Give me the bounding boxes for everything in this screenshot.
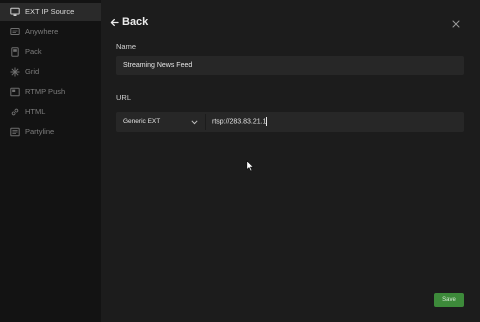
- sidebar-item-anywhere[interactable]: Anywhere: [0, 23, 101, 41]
- name-label: Name: [116, 42, 137, 51]
- sidebar-item-label: Partyline: [25, 127, 55, 136]
- rtmp-push-icon: [10, 87, 20, 97]
- save-button[interactable]: Save: [434, 293, 464, 307]
- sidebar-item-pack[interactable]: Pack: [0, 43, 101, 61]
- sidebar-item-label: Anywhere: [25, 27, 59, 36]
- link-icon: [11, 108, 19, 116]
- url-type-select[interactable]: Generic EXT: [116, 112, 205, 132]
- url-label: URL: [116, 93, 132, 102]
- main-panel: Back Name Streaming News Feed URL Generi…: [101, 0, 480, 322]
- sidebar-item-label: HTML: [25, 107, 46, 116]
- sidebar-item-rtmp-push[interactable]: RTMP Push: [0, 83, 101, 101]
- partyline-icon: [10, 127, 20, 137]
- back-label: Back: [122, 16, 149, 28]
- sidebar-item-ext-ip-source[interactable]: EXT IP Source: [0, 3, 101, 21]
- app-window: EXT IP Source Anywhere Pack Grid RTMP Pu…: [0, 0, 480, 322]
- arrow-left-icon: [110, 18, 119, 26]
- sidebar-item-label: Pack: [25, 47, 42, 56]
- grid-icon: [10, 67, 20, 77]
- name-field[interactable]: Streaming News Feed: [116, 56, 464, 75]
- sidebar-item-label: RTMP Push: [25, 87, 66, 96]
- name-value: Streaming News Feed: [123, 62, 193, 69]
- sidebar: EXT IP Source Anywhere Pack Grid RTMP Pu…: [0, 0, 101, 322]
- pack-icon: [11, 47, 19, 57]
- sidebar-item-label: Grid: [25, 67, 40, 76]
- sidebar-item-label: EXT IP Source: [25, 7, 75, 16]
- url-value: rtsp://283.83.21.1: [212, 117, 268, 126]
- anywhere-icon: [10, 28, 20, 35]
- sidebar-item-grid[interactable]: Grid: [0, 63, 101, 81]
- chevron-down-icon: [191, 120, 198, 125]
- mouse-cursor-icon: [246, 160, 254, 172]
- url-input[interactable]: rtsp://283.83.21.1: [206, 112, 464, 132]
- back-button[interactable]: Back: [110, 13, 148, 31]
- url-type-value: Generic EXT: [123, 118, 161, 125]
- sidebar-item-partyline[interactable]: Partyline: [0, 123, 101, 141]
- text-caret: [266, 117, 268, 126]
- sidebar-item-html[interactable]: HTML: [0, 103, 101, 121]
- close-icon[interactable]: [451, 19, 461, 29]
- url-row: Generic EXT rtsp://283.83.21.1: [116, 112, 464, 132]
- monitor-icon: [10, 7, 20, 16]
